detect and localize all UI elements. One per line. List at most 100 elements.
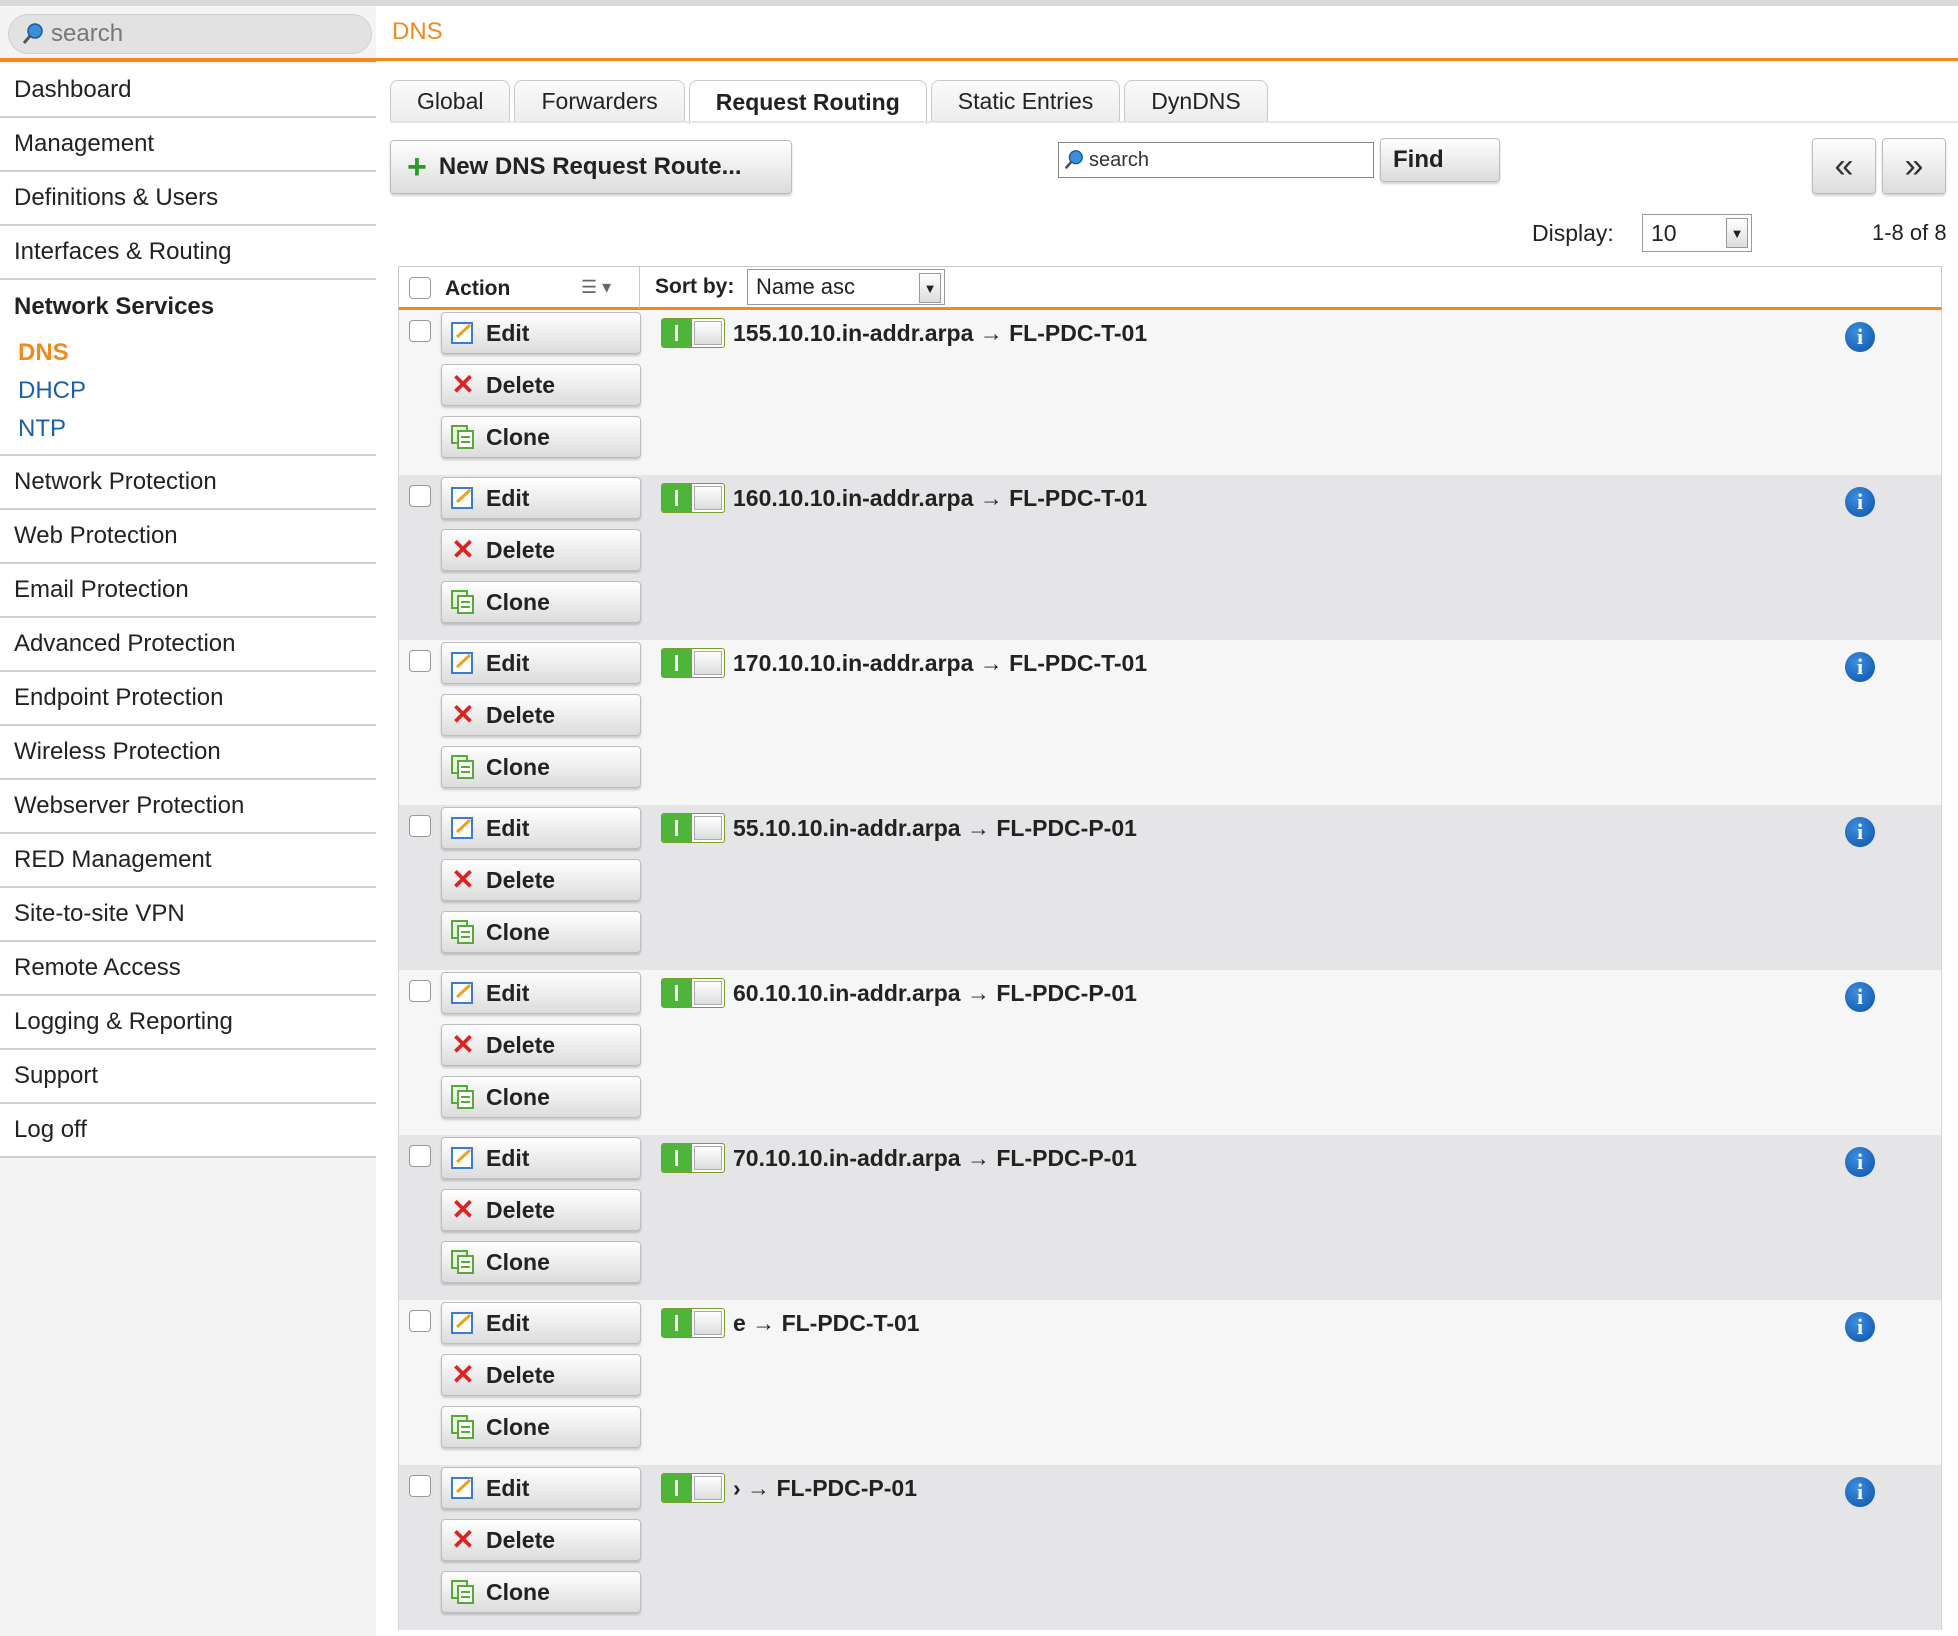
toggle-knob	[694, 1146, 722, 1170]
edit-button[interactable]: Edit	[441, 972, 641, 1014]
enable-toggle[interactable]	[661, 483, 725, 513]
sidebar: search Dashboard Management Definitions …	[0, 6, 376, 1636]
find-search-input[interactable]: search	[1058, 142, 1374, 178]
info-icon[interactable]: i	[1845, 487, 1875, 517]
delete-button[interactable]: ✕ Delete	[441, 859, 641, 901]
route-name: 155.10.10.in-addr.arpa → FL-PDC-T-01	[733, 320, 1148, 346]
clone-button[interactable]: Clone	[441, 911, 641, 953]
sidebar-search-input[interactable]: search	[8, 14, 372, 54]
sidebar-item-webserver-protection[interactable]: Webserver Protection	[0, 780, 376, 834]
column-menu-icon[interactable]: ☰ ▾	[581, 277, 611, 298]
row-checkbox[interactable]	[409, 980, 431, 1002]
info-icon[interactable]: i	[1845, 652, 1875, 682]
edit-button[interactable]: Edit	[441, 1467, 641, 1509]
row-checkbox[interactable]	[409, 1475, 431, 1497]
edit-button[interactable]: Edit	[441, 1137, 641, 1179]
display-count-select[interactable]: 10 ▼	[1642, 214, 1752, 252]
sidebar-subitem-ntp[interactable]: NTP	[0, 410, 376, 448]
delete-label: Delete	[486, 1196, 556, 1223]
enable-toggle[interactable]	[661, 648, 725, 678]
clone-label: Clone	[486, 423, 550, 450]
row-checkbox[interactable]	[409, 815, 431, 837]
info-icon[interactable]: i	[1845, 322, 1875, 352]
sidebar-item-log-off[interactable]: Log off	[0, 1104, 376, 1158]
sort-by-select[interactable]: Name asc ▼	[747, 269, 945, 305]
pager-previous-button[interactable]: «	[1812, 138, 1876, 194]
sidebar-item-remote-access[interactable]: Remote Access	[0, 942, 376, 996]
sort-by-value: Name asc	[756, 274, 856, 299]
edit-label: Edit	[486, 1474, 530, 1501]
info-icon[interactable]: i	[1845, 1477, 1875, 1507]
chevron-down-icon[interactable]: ▼	[919, 273, 941, 303]
sidebar-item-logging-reporting[interactable]: Logging & Reporting	[0, 996, 376, 1050]
sidebar-item-advanced-protection[interactable]: Advanced Protection	[0, 618, 376, 672]
edit-button[interactable]: Edit	[441, 807, 641, 849]
page-title: DNS	[392, 18, 443, 45]
pager-next-button[interactable]: »	[1882, 138, 1946, 194]
chevron-down-icon[interactable]: ▼	[1726, 218, 1748, 248]
tab-dyndns[interactable]: DynDNS	[1124, 80, 1268, 122]
sidebar-subitem-dhcp[interactable]: DHCP	[0, 372, 376, 410]
delete-button[interactable]: ✕ Delete	[441, 1354, 641, 1396]
clone-button[interactable]: Clone	[441, 1241, 641, 1283]
sidebar-item-red-management[interactable]: RED Management	[0, 834, 376, 888]
find-button[interactable]: Find	[1380, 138, 1500, 182]
clone-button[interactable]: Clone	[441, 746, 641, 788]
delete-button[interactable]: ✕ Delete	[441, 1189, 641, 1231]
sidebar-item-definitions-users[interactable]: Definitions & Users	[0, 172, 376, 226]
tab-request-routing[interactable]: Request Routing	[688, 80, 927, 124]
edit-button[interactable]: Edit	[441, 477, 641, 519]
sidebar-item-management[interactable]: Management	[0, 118, 376, 172]
delete-button[interactable]: ✕ Delete	[441, 529, 641, 571]
delete-button[interactable]: ✕ Delete	[441, 1519, 641, 1561]
delete-button[interactable]: ✕ Delete	[441, 1024, 641, 1066]
enable-toggle[interactable]	[661, 1308, 725, 1338]
toggle-on-indicator	[662, 319, 692, 347]
edit-button[interactable]: Edit	[441, 642, 641, 684]
tab-static-entries[interactable]: Static Entries	[930, 80, 1121, 122]
row-checkbox[interactable]	[409, 1310, 431, 1332]
row-checkbox[interactable]	[409, 485, 431, 507]
row-checkbox[interactable]	[409, 1145, 431, 1167]
edit-button[interactable]: Edit	[441, 312, 641, 354]
row-checkbox[interactable]	[409, 320, 431, 342]
clone-button[interactable]: Clone	[441, 1406, 641, 1448]
tab-global[interactable]: Global	[390, 80, 511, 122]
delete-button[interactable]: ✕ Delete	[441, 364, 641, 406]
row-checkbox[interactable]	[409, 650, 431, 672]
sidebar-item-wireless-protection[interactable]: Wireless Protection	[0, 726, 376, 780]
sidebar-subitem-dns[interactable]: DNS	[0, 334, 376, 372]
clone-button[interactable]: Clone	[441, 416, 641, 458]
sidebar-item-support[interactable]: Support	[0, 1050, 376, 1104]
edit-button[interactable]: Edit	[441, 1302, 641, 1344]
select-all-checkbox[interactable]	[409, 277, 431, 299]
edit-label: Edit	[486, 1309, 530, 1336]
sidebar-item-network-protection[interactable]: Network Protection	[0, 456, 376, 510]
info-icon[interactable]: i	[1845, 817, 1875, 847]
clone-button[interactable]: Clone	[441, 1076, 641, 1118]
delete-button[interactable]: ✕ Delete	[441, 694, 641, 736]
clone-button[interactable]: Clone	[441, 581, 641, 623]
clone-icon	[450, 424, 476, 450]
enable-toggle[interactable]	[661, 813, 725, 843]
sidebar-item-web-protection[interactable]: Web Protection	[0, 510, 376, 564]
info-icon[interactable]: i	[1845, 1312, 1875, 1342]
sidebar-item-dashboard[interactable]: Dashboard	[0, 64, 376, 118]
sidebar-item-interfaces-routing[interactable]: Interfaces & Routing	[0, 226, 376, 280]
info-icon[interactable]: i	[1845, 1147, 1875, 1177]
tab-forwarders[interactable]: Forwarders	[514, 80, 685, 122]
sidebar-item-email-protection[interactable]: Email Protection	[0, 564, 376, 618]
clone-button[interactable]: Clone	[441, 1571, 641, 1613]
enable-toggle[interactable]	[661, 1473, 725, 1503]
enable-toggle[interactable]	[661, 318, 725, 348]
enable-toggle[interactable]	[661, 978, 725, 1008]
enable-toggle[interactable]	[661, 1143, 725, 1173]
table-row: Edit ✕ Delete Clone e → FL-PDC-T-01 i	[398, 1300, 1942, 1465]
sidebar-item-network-services[interactable]: Network Services	[0, 280, 376, 334]
search-icon	[1064, 150, 1083, 170]
info-icon[interactable]: i	[1845, 982, 1875, 1012]
sidebar-item-endpoint-protection[interactable]: Endpoint Protection	[0, 672, 376, 726]
toggle-on-indicator	[662, 979, 692, 1007]
sidebar-item-site-to-site-vpn[interactable]: Site-to-site VPN	[0, 888, 376, 942]
new-dns-request-route-button[interactable]: + New DNS Request Route...	[390, 140, 792, 194]
